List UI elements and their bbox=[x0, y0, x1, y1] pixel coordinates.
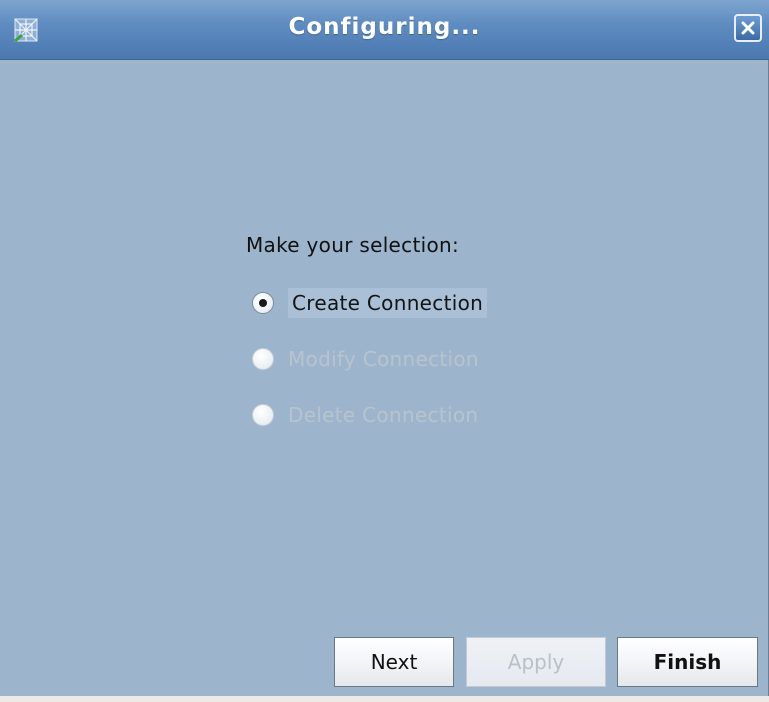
create-connection-label[interactable]: Create Connection bbox=[288, 288, 488, 318]
close-icon bbox=[741, 21, 755, 35]
delete-connection-option: Delete Connection bbox=[252, 400, 478, 430]
delete-connection-label: Delete Connection bbox=[288, 403, 479, 427]
next-button[interactable]: Next bbox=[334, 637, 454, 687]
window-title: Configuring... bbox=[288, 14, 481, 40]
modify-connection-option: Modify Connection bbox=[252, 344, 479, 374]
create-connection-radio[interactable] bbox=[252, 292, 274, 314]
selection-prompt: Make your selection: bbox=[246, 233, 460, 257]
create-connection-option[interactable]: Create Connection bbox=[252, 288, 488, 318]
finish-button[interactable]: Finish bbox=[617, 637, 758, 687]
delete-connection-radio bbox=[252, 404, 274, 426]
modify-connection-radio bbox=[252, 348, 274, 370]
modify-connection-label: Modify Connection bbox=[288, 347, 479, 371]
apply-button: Apply bbox=[466, 637, 606, 687]
radio-selected-dot bbox=[259, 299, 267, 307]
configuring-dialog: Configuring... Make your selection: Crea… bbox=[0, 0, 769, 696]
close-button[interactable] bbox=[734, 14, 762, 42]
title-bar[interactable]: Configuring... bbox=[0, 0, 769, 60]
